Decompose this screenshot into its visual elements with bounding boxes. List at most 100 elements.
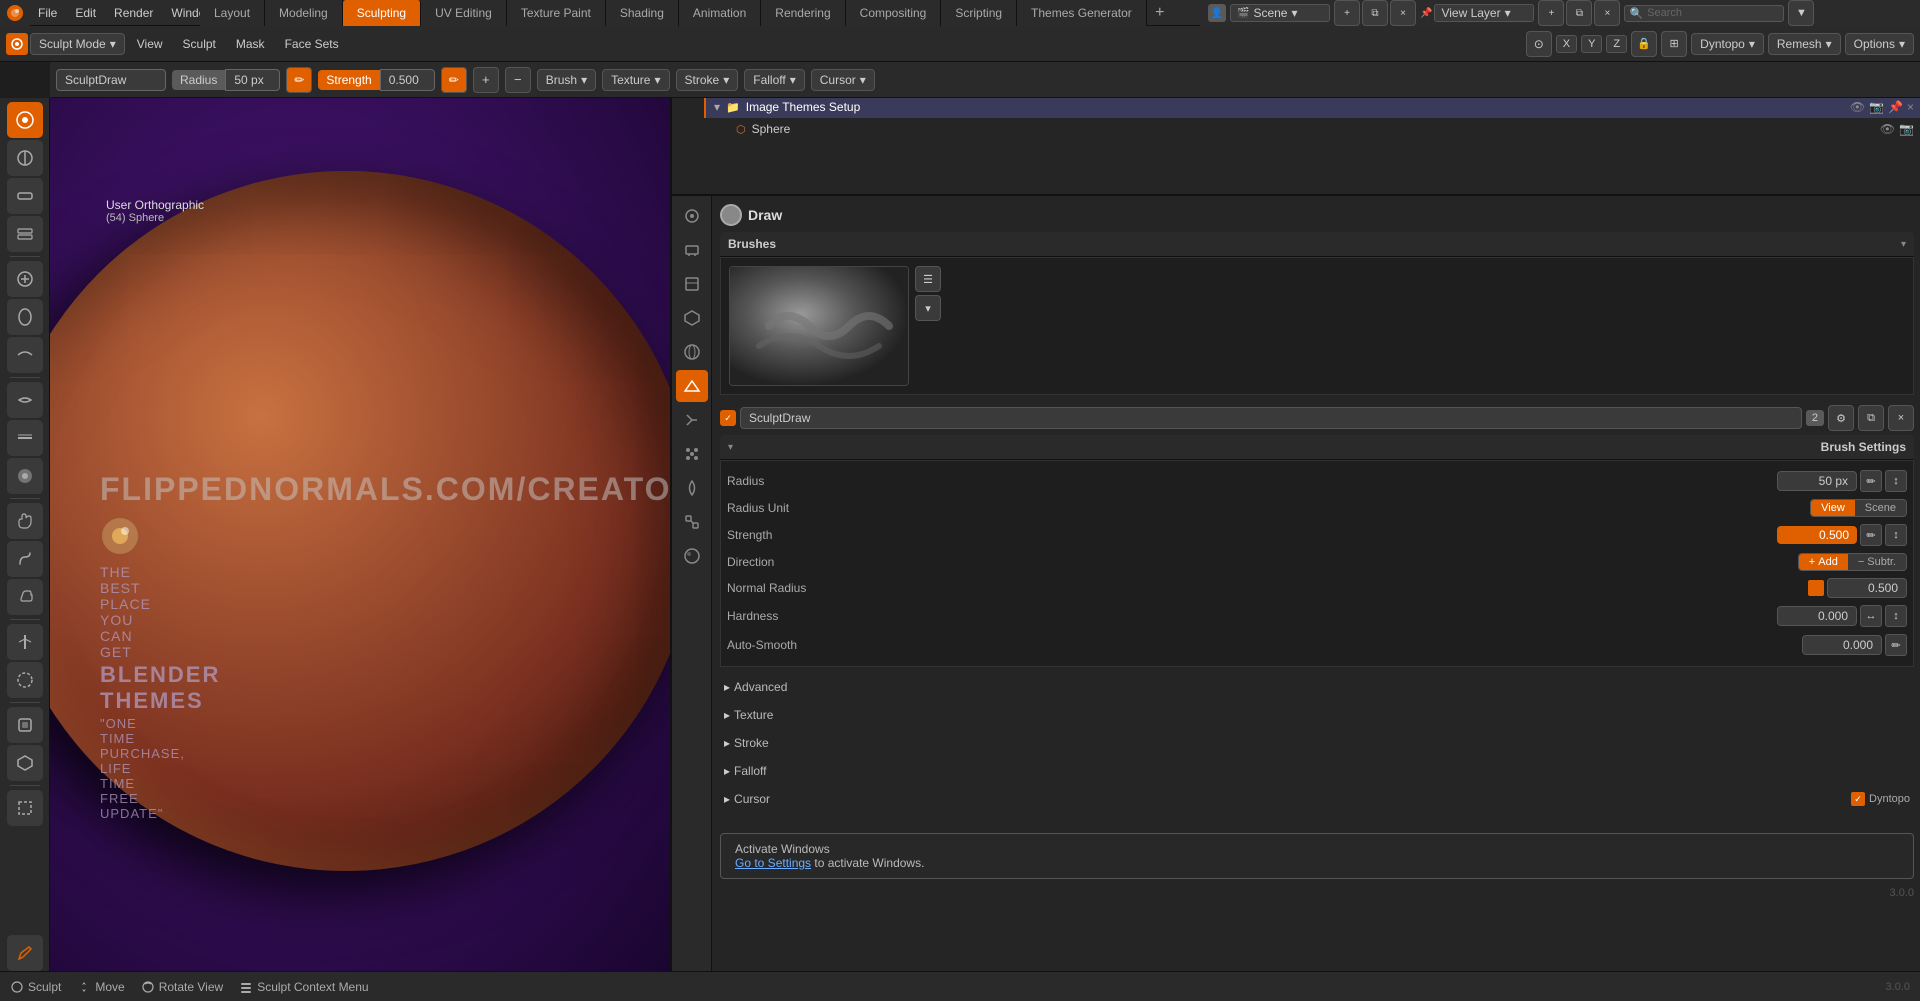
- tab-uv-editing[interactable]: UV Editing: [421, 0, 507, 26]
- delete-view-layer-button[interactable]: ×: [1594, 0, 1620, 26]
- copy-scene-button[interactable]: ⧉: [1362, 0, 1388, 26]
- texture-dropdown[interactable]: Texture ▾: [602, 69, 669, 91]
- pinch-tool[interactable]: [7, 624, 43, 660]
- props-tab-constraints[interactable]: [676, 506, 708, 538]
- auto-smooth-value[interactable]: 0.000: [1802, 635, 1882, 655]
- lock-btn[interactable]: 🔒: [1631, 31, 1657, 57]
- add-subtract-btn[interactable]: +: [473, 67, 499, 93]
- tab-compositing[interactable]: Compositing: [846, 0, 942, 26]
- image-themes-close-icon[interactable]: ×: [1907, 100, 1914, 114]
- snake-hook-tool[interactable]: [7, 541, 43, 577]
- normal-radius-value[interactable]: 0.500: [1827, 578, 1907, 598]
- delete-scene-button[interactable]: ×: [1390, 0, 1416, 26]
- smooth-tool[interactable]: [7, 382, 43, 418]
- new-view-layer-button[interactable]: +: [1538, 0, 1564, 26]
- box-mask-tool[interactable]: [7, 790, 43, 826]
- strength-label[interactable]: Strength: [318, 70, 379, 90]
- props-tab-physics[interactable]: [676, 472, 708, 504]
- view-layer-selector[interactable]: View Layer ▾: [1434, 4, 1534, 22]
- mask-menu-btn[interactable]: Mask: [228, 34, 273, 54]
- new-scene-button[interactable]: +: [1334, 0, 1360, 26]
- draw-face-sets-tool[interactable]: [7, 745, 43, 781]
- tab-modeling[interactable]: Modeling: [265, 0, 343, 26]
- tab-scripting[interactable]: Scripting: [941, 0, 1017, 26]
- stroke-subsection-header[interactable]: ▸ Stroke: [720, 733, 1914, 753]
- global-search[interactable]: 🔍 Search: [1624, 5, 1784, 22]
- proportional-edit-btn[interactable]: ⊙: [1526, 31, 1552, 57]
- clay-tool[interactable]: [7, 178, 43, 214]
- filter-button[interactable]: ▼: [1788, 0, 1814, 26]
- z-axis-btn[interactable]: Z: [1606, 35, 1627, 53]
- radius-setting-value[interactable]: 50 px: [1777, 471, 1857, 491]
- strength-setting-value[interactable]: 0.500: [1777, 526, 1857, 544]
- y-axis-btn[interactable]: Y: [1581, 35, 1602, 53]
- menu-render[interactable]: Render: [106, 4, 161, 22]
- blender-logo[interactable]: [0, 0, 30, 26]
- tab-texture-paint[interactable]: Texture Paint: [507, 0, 606, 26]
- tab-layout[interactable]: Layout: [200, 0, 265, 26]
- rotate-view-indicator[interactable]: Rotate View: [141, 980, 223, 994]
- props-tab-object-data[interactable]: [676, 370, 708, 402]
- blob-tool[interactable]: [7, 299, 43, 335]
- props-tab-view-layer[interactable]: [676, 268, 708, 300]
- cursor-subsection-header[interactable]: ▸ Cursor ✓ Dyntopo: [720, 789, 1914, 809]
- radius-pressure-btn[interactable]: ✏: [286, 67, 312, 93]
- props-tab-world[interactable]: [676, 336, 708, 368]
- advanced-subsection-header[interactable]: ▸ Advanced: [720, 677, 1914, 697]
- add-workspace-button[interactable]: +: [1147, 0, 1173, 26]
- subtract-btn[interactable]: −: [505, 67, 531, 93]
- props-tab-render[interactable]: [676, 200, 708, 232]
- go-to-settings-link[interactable]: Go to Settings: [735, 856, 811, 870]
- hardness-lock-btn[interactable]: ↕: [1885, 605, 1907, 627]
- normal-radius-color-swatch[interactable]: [1808, 580, 1824, 596]
- grab-tool[interactable]: [7, 503, 43, 539]
- brush-settings-btn[interactable]: ⚙: [1828, 405, 1854, 431]
- transform-btn[interactable]: ⊞: [1661, 31, 1687, 57]
- strength-value-field[interactable]: 0.500: [380, 69, 435, 91]
- props-tab-scene[interactable]: [676, 302, 708, 334]
- brush-dropdown[interactable]: Brush ▾: [537, 69, 596, 91]
- radius-pen-btn[interactable]: ✏: [1860, 470, 1882, 492]
- draw-sharp-tool[interactable]: [7, 140, 43, 176]
- thumb-tool[interactable]: [7, 579, 43, 615]
- strength-lock-btn[interactable]: ↕: [1885, 524, 1907, 546]
- menu-edit[interactable]: Edit: [67, 4, 104, 22]
- image-themes-pin-icon[interactable]: 📌: [1888, 100, 1903, 114]
- strength-pressure-btn[interactable]: ✏: [441, 67, 467, 93]
- brush-name-input[interactable]: SculptDraw: [740, 407, 1802, 429]
- tab-themes-generator[interactable]: Themes Generator: [1017, 0, 1147, 26]
- radius-unit-view-btn[interactable]: View: [1811, 500, 1855, 516]
- props-tab-material[interactable]: [676, 540, 708, 572]
- props-tab-particles[interactable]: [676, 438, 708, 470]
- elastic-deform-tool[interactable]: [7, 662, 43, 698]
- cursor-checkbox[interactable]: ✓: [1851, 792, 1865, 806]
- crease-tool[interactable]: [7, 337, 43, 373]
- tab-animation[interactable]: Animation: [679, 0, 761, 26]
- sphere-camera-icon[interactable]: 📷: [1899, 122, 1914, 136]
- mode-dropdown[interactable]: Sculpt Mode ▾: [30, 33, 125, 55]
- direction-add-btn[interactable]: + Add: [1799, 554, 1848, 570]
- strength-pen-btn[interactable]: ✏: [1860, 524, 1882, 546]
- brush-delete-btn[interactable]: ×: [1888, 405, 1914, 431]
- face-sets-menu-btn[interactable]: Face Sets: [277, 34, 347, 54]
- options-dropdown[interactable]: Options ▾: [1845, 33, 1914, 55]
- outliner-image-themes[interactable]: ▾ 📁 Image Themes Setup 👁 📷 📌 ×: [704, 96, 1920, 118]
- copy-view-layer-button[interactable]: ⧉: [1566, 0, 1592, 26]
- props-tab-output[interactable]: [676, 234, 708, 266]
- scene-selector[interactable]: 🎬 Scene ▾: [1230, 4, 1330, 22]
- tab-shading[interactable]: Shading: [606, 0, 679, 26]
- flatten-tool[interactable]: [7, 420, 43, 456]
- sculpt-context-menu-indicator[interactable]: Sculpt Context Menu: [239, 980, 368, 994]
- fill-tool[interactable]: [7, 458, 43, 494]
- tab-rendering[interactable]: Rendering: [761, 0, 845, 26]
- texture-subsection-header[interactable]: ▸ Texture: [720, 705, 1914, 725]
- stroke-dropdown[interactable]: Stroke ▾: [676, 69, 739, 91]
- cursor-dropdown[interactable]: Cursor ▾: [811, 69, 875, 91]
- remesh-dropdown[interactable]: Remesh ▾: [1768, 33, 1841, 55]
- sphere-eye-icon[interactable]: 👁: [1880, 122, 1895, 136]
- radius-lock-btn[interactable]: ↕: [1885, 470, 1907, 492]
- mask-tool[interactable]: [7, 707, 43, 743]
- annotate-tool[interactable]: [7, 935, 43, 971]
- brush-settings-header[interactable]: ▾ Brush Settings: [720, 435, 1914, 460]
- props-tab-modifier[interactable]: [676, 404, 708, 436]
